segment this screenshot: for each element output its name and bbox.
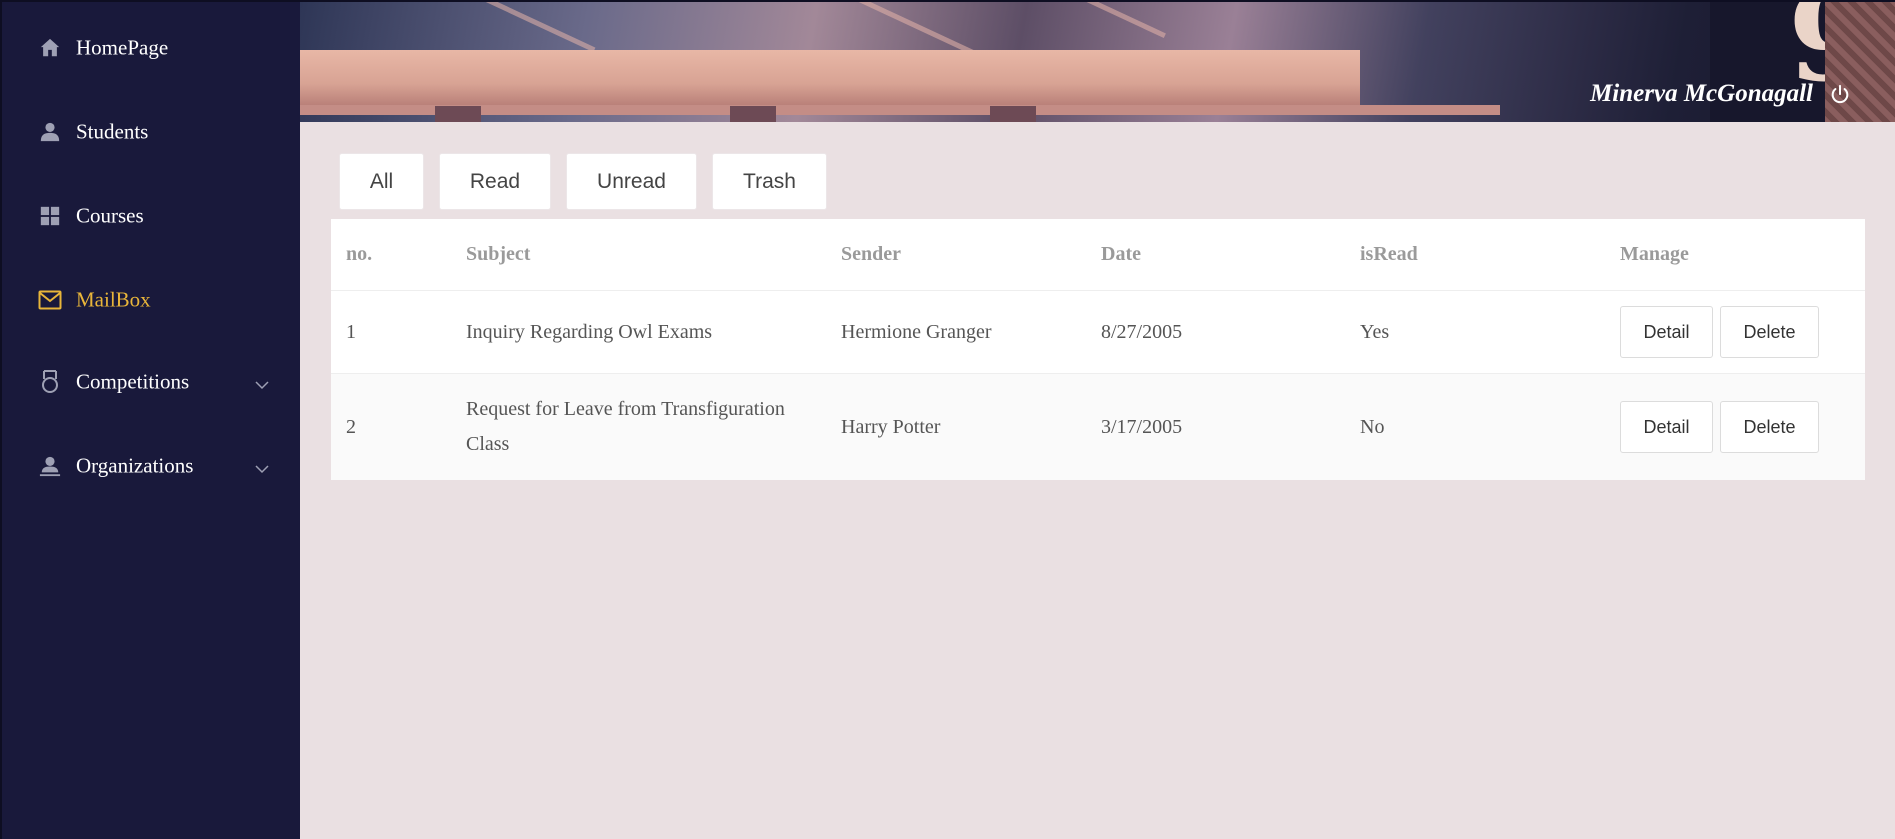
sidebar-item-mailbox[interactable]: MailBox: [2, 270, 300, 330]
chevron-down-icon[interactable]: [254, 458, 270, 474]
sidebar-item-competitions[interactable]: Competitions: [2, 352, 300, 412]
row-number: 2: [346, 416, 356, 438]
row-isread: Yes: [1360, 321, 1390, 343]
sidebar-item-organizations[interactable]: Organizations: [2, 436, 300, 496]
user-name: Minerva McGonagall: [1590, 80, 1813, 107]
table-row: 2 Request for Leave from Transfiguration…: [331, 373, 1865, 480]
banner-decoration: [1064, 2, 1166, 39]
banner-decoration: [484, 2, 596, 53]
row-number: 1: [346, 321, 356, 343]
organization-icon: [38, 454, 62, 478]
power-icon[interactable]: [1829, 84, 1851, 106]
filter-unread-button[interactable]: Unread: [566, 153, 697, 210]
home-icon: [38, 36, 62, 60]
sidebar-item-label: Courses: [76, 203, 144, 228]
banner-bench-leg: [990, 106, 1036, 122]
banner-bench: [300, 50, 1360, 106]
sidebar-item-label: MailBox: [76, 287, 151, 312]
table-row: 1 Inquiry Regarding Owl Exams Hermione G…: [331, 290, 1865, 373]
filter-all-button[interactable]: All: [339, 153, 424, 210]
column-header-sender: Sender: [841, 243, 901, 265]
detail-button[interactable]: Detail: [1620, 306, 1713, 358]
sidebar-item-label: Students: [76, 119, 149, 144]
mail-icon: [38, 288, 62, 312]
filter-trash-button[interactable]: Trash: [712, 153, 827, 210]
column-header-subject: Subject: [466, 243, 531, 265]
sidebar-item-courses[interactable]: Courses: [2, 186, 300, 246]
user-icon: [38, 120, 62, 144]
detail-button[interactable]: Detail: [1620, 401, 1713, 453]
header-banner: 9 3 Minerva McGonagall: [300, 0, 1895, 122]
row-date: 8/27/2005: [1101, 321, 1183, 343]
column-header-isread: isRead: [1360, 243, 1418, 265]
medal-icon: [38, 370, 62, 394]
row-date: 3/17/2005: [1101, 416, 1183, 438]
row-isread: No: [1360, 416, 1385, 438]
column-header-no: no.: [346, 243, 373, 265]
sidebar-item-label: Competitions: [76, 369, 190, 394]
column-header-date: Date: [1101, 243, 1141, 265]
row-subject: Inquiry Regarding Owl Exams: [466, 321, 713, 343]
column-header-manage: Manage: [1620, 243, 1689, 265]
filter-read-button[interactable]: Read: [439, 153, 551, 210]
row-subject: Request for Leave from Transfiguration C…: [466, 398, 785, 455]
row-sender: Harry Potter: [841, 416, 941, 438]
banner-bench-leg: [730, 106, 776, 122]
sidebar-item-homepage[interactable]: HomePage: [2, 18, 300, 78]
delete-button[interactable]: Delete: [1720, 306, 1819, 358]
banner-decoration: [826, 2, 974, 55]
sidebar: HomePage Students Courses MailBox Compet…: [0, 0, 300, 839]
banner-bench-leg: [435, 106, 481, 122]
row-sender: Hermione Granger: [841, 321, 992, 343]
delete-button[interactable]: Delete: [1720, 401, 1819, 453]
sidebar-item-label: HomePage: [76, 35, 169, 60]
sidebar-item-students[interactable]: Students: [2, 102, 300, 162]
grid-icon: [38, 204, 62, 228]
sidebar-item-label: Organizations: [76, 453, 194, 478]
chevron-down-icon[interactable]: [254, 374, 270, 390]
